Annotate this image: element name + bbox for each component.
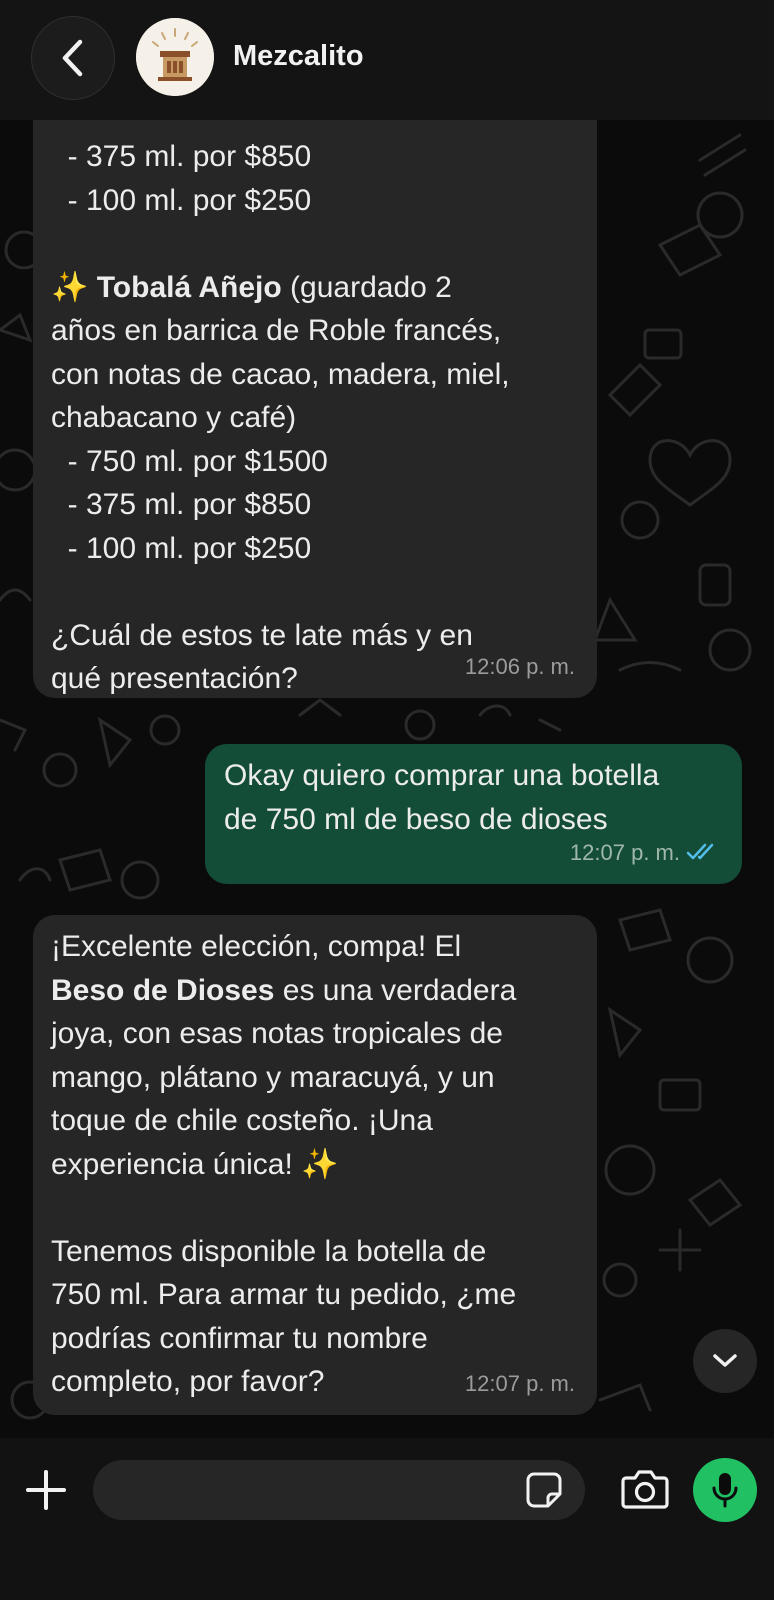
scroll-to-bottom-button[interactable]: [693, 1329, 757, 1393]
chat-header: Mezcalito: [0, 0, 774, 120]
message-line: joya, con esas notas tropicales de: [51, 1017, 503, 1050]
message-line: ¡Excelente elección, compa! El: [51, 930, 462, 963]
contact-name[interactable]: Mezcalito: [233, 40, 364, 73]
sparkles-icon: ✨: [301, 1147, 339, 1181]
message-line: chabacano y café): [51, 401, 297, 434]
message-time: 12:07 p. m.: [570, 831, 720, 875]
message-line: [51, 570, 577, 614]
message-line: mango, plátano y maracuyá, y un: [51, 1060, 495, 1094]
message-line: [51, 1186, 577, 1230]
message-line: años en barrica de Roble francés,: [51, 314, 502, 347]
message-input[interactable]: [93, 1460, 585, 1520]
message-line: [51, 222, 577, 266]
timestamp: 12:07 p. m.: [569, 839, 680, 865]
composer-bar: [0, 1438, 774, 1600]
message-time: 12:07 p. m.: [465, 1362, 575, 1406]
incoming-message[interactable]: - 375 ml. por $850 - 100 ml. por $250 ✨ …: [33, 118, 597, 698]
message-line: Okay quiero comprar una botella: [224, 759, 660, 792]
chevron-down-icon: [713, 1354, 737, 1367]
sticker-icon[interactable]: [524, 1470, 564, 1510]
bold-text: Tobalá Añejo: [96, 270, 282, 304]
message-time: 12:06 p. m.: [465, 645, 575, 689]
message-line: - 375 ml. por $850: [51, 488, 312, 521]
back-button[interactable]: [31, 16, 115, 100]
timestamp: 12:06 p. m.: [464, 653, 575, 679]
message-line: - 375 ml. por $850: [51, 140, 312, 173]
sparkles-icon: ✨: [51, 270, 89, 304]
message-line: toque de chile costeño. ¡Una: [51, 1104, 433, 1137]
mezcal-logo-icon: [136, 18, 214, 96]
message-list[interactable]: - 375 ml. por $850 - 100 ml. por $250 ✨ …: [0, 118, 774, 1438]
message-line: podrías confirmar tu nombre: [51, 1321, 428, 1355]
outgoing-message[interactable]: Okay quiero comprar una botella de 750 m…: [205, 744, 742, 884]
chevron-left-icon: [62, 39, 83, 77]
message-line: con notas de cacao, madera, miel,: [51, 357, 510, 391]
avatar[interactable]: [136, 18, 214, 96]
message-line: 750 ml. Para armar tu pedido, ¿me: [51, 1278, 517, 1311]
message-line: experiencia única! ✨: [51, 1143, 577, 1187]
microphone-icon: [712, 1473, 738, 1508]
message-line: Tenemos disponible la botella de: [51, 1234, 487, 1268]
bold-text: Beso de Dioses: [51, 973, 275, 1007]
message-line: ✨ Tobalá Añejo (guardado 2: [51, 266, 577, 310]
message-line: - 100 ml. por $250: [51, 183, 312, 217]
microphone-button[interactable]: [693, 1458, 757, 1522]
camera-icon[interactable]: [620, 1466, 670, 1512]
message-line: Beso de Dioses es una verdadera: [51, 969, 577, 1013]
message-line: - 750 ml. por $1500: [51, 444, 328, 478]
plus-icon[interactable]: [24, 1468, 68, 1512]
message-line: - 100 ml. por $250: [51, 531, 312, 565]
message-text: experiencia única!: [51, 1147, 302, 1181]
message-text: (guardado 2: [281, 270, 452, 304]
double-check-icon: [686, 844, 714, 860]
timestamp: 12:07 p. m.: [464, 1370, 575, 1396]
message-text: es una verdadera: [274, 973, 517, 1007]
incoming-message[interactable]: ¡Excelente elección, compa! El Beso de D…: [33, 915, 597, 1415]
